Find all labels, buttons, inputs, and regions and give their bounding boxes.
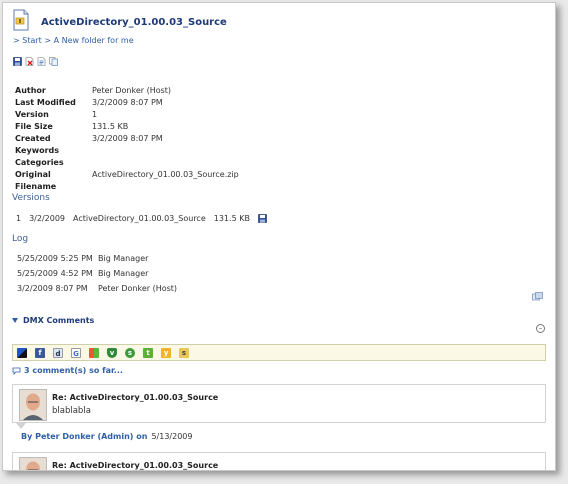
log-list: 5/25/2009 5:25 PM Big Manager 5/25/2009 … <box>17 251 177 296</box>
document-edit-icon[interactable] <box>37 57 46 66</box>
document-details-panel: ActiveDirectory_01.00.03_Source > Start … <box>2 2 556 471</box>
property-row: Categories <box>15 157 239 169</box>
comments-section-header[interactable]: DMX Comments <box>12 316 94 325</box>
log-user: Big Manager <box>98 254 149 263</box>
document-icon <box>13 9 29 31</box>
windows-live-icon[interactable] <box>89 347 99 358</box>
property-row: Created 3/2/2009 8:07 PM <box>15 133 239 145</box>
property-row: Original Filename ActiveDirectory_01.00.… <box>15 169 239 191</box>
property-label: Version <box>15 110 49 119</box>
collapse-comments-button[interactable]: – <box>536 324 545 333</box>
delete-icon[interactable] <box>25 57 34 66</box>
comment-item: Re: ActiveDirectory_01.00.03_Source <box>12 452 546 470</box>
property-label: Created <box>15 134 51 143</box>
log-date: 5/25/2009 5:25 PM <box>17 254 93 263</box>
log-heading: Log <box>12 234 29 244</box>
properties-list: Author Peter Donker (Host) Last Modified… <box>15 85 239 191</box>
property-value: 131.5 KB <box>92 122 129 131</box>
technorati-icon[interactable]: t <box>143 347 153 358</box>
log-row: 5/25/2009 4:52 PM Big Manager <box>17 266 177 281</box>
log-user: Big Manager <box>98 269 149 278</box>
document-toolbar <box>13 57 58 66</box>
property-row: Author Peter Donker (Host) <box>15 85 239 97</box>
property-label: Last Modified <box>15 98 76 107</box>
log-user: Peter Donker (Host) <box>98 284 178 293</box>
page-title: ActiveDirectory_01.00.03_Source <box>41 17 227 28</box>
facebook-icon[interactable]: f <box>35 347 45 358</box>
property-value: 1 <box>92 110 98 119</box>
triangle-down-icon <box>12 318 18 323</box>
copy-icon[interactable] <box>49 57 58 66</box>
social-share-bar: f d G v s t y s <box>12 344 546 361</box>
property-value: 3/2/2009 8:07 PM <box>92 134 163 143</box>
comment-date: 5/13/2009 <box>151 432 193 441</box>
save-icon[interactable] <box>13 57 22 66</box>
log-date: 3/2/2009 8:07 PM <box>17 284 88 293</box>
versions-heading: Versions <box>12 193 50 203</box>
breadcrumb-start-link[interactable]: > Start <box>13 36 42 45</box>
avatar-photo <box>20 390 46 420</box>
property-label: Categories <box>15 158 64 167</box>
property-row: Keywords <box>15 145 239 157</box>
breadcrumb: > Start > A New folder for me <box>13 36 134 45</box>
log-date: 5/25/2009 4:52 PM <box>17 269 93 278</box>
log-row: 5/25/2009 5:25 PM Big Manager <box>17 251 177 266</box>
property-value: 3/2/2009 8:07 PM <box>92 98 163 107</box>
stumbleupon-icon[interactable]: s <box>125 347 135 358</box>
property-value: Peter Donker (Host) <box>92 86 172 95</box>
version-name: ActiveDirectory_01.00.03_Source <box>73 214 206 223</box>
version-date: 3/2/2009 <box>29 214 66 223</box>
comment-author-link[interactable]: By Peter Donker (Admin) on <box>21 432 147 441</box>
subscribe-icon[interactable] <box>532 292 543 301</box>
comment-count[interactable]: 3 comment(s) so far... <box>12 366 123 375</box>
spurl-icon[interactable]: s <box>179 347 189 358</box>
save-version-icon[interactable] <box>258 214 267 223</box>
comment-count-label: 3 comment(s) so far... <box>24 366 123 375</box>
shield-icon[interactable]: v <box>107 347 117 358</box>
comment-body: blablabla <box>52 406 91 416</box>
property-label: Original Filename <box>15 170 57 191</box>
speech-bubble-icon <box>12 367 21 375</box>
property-row: Version 1 <box>15 109 239 121</box>
avatar <box>19 389 47 421</box>
property-label: File Size <box>15 122 53 131</box>
version-row: 1 3/2/2009 ActiveDirectory_01.00.03_Sour… <box>16 213 267 225</box>
comment-byline: By Peter Donker (Admin) on 5/13/2009 <box>21 432 192 441</box>
version-number: 1 <box>16 214 22 223</box>
google-icon[interactable]: G <box>71 347 81 358</box>
log-row: 3/2/2009 8:07 PM Peter Donker (Host) <box>17 281 177 296</box>
avatar-photo <box>20 458 46 470</box>
breadcrumb-folder-link[interactable]: > A New folder for me <box>44 36 133 45</box>
comment-title: Re: ActiveDirectory_01.00.03_Source <box>52 393 219 402</box>
yahoo-icon[interactable]: y <box>161 347 171 358</box>
comments-heading: DMX Comments <box>23 316 95 325</box>
delicious-icon[interactable] <box>17 347 27 358</box>
property-row: Last Modified 3/2/2009 8:07 PM <box>15 97 239 109</box>
avatar <box>19 457 47 470</box>
version-size: 131.5 KB <box>213 214 250 223</box>
property-row: File Size 131.5 KB <box>15 121 239 133</box>
comment-item: Re: ActiveDirectory_01.00.03_Source blab… <box>12 384 546 423</box>
digg-icon[interactable]: d <box>53 347 63 358</box>
property-label: Author <box>15 86 46 95</box>
comment-pointer <box>16 423 26 429</box>
comment-title: Re: ActiveDirectory_01.00.03_Source <box>52 461 219 470</box>
property-value: ActiveDirectory_01.00.03_Source.zip <box>92 170 239 179</box>
property-label: Keywords <box>15 146 60 155</box>
